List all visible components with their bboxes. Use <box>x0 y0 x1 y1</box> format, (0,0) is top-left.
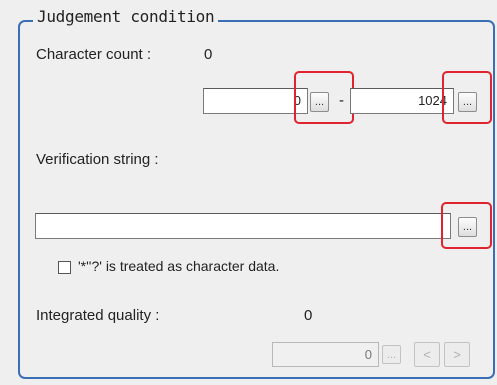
integrated-quality-field[interactable]: 0 <box>272 342 379 367</box>
prev-button[interactable]: < <box>414 342 440 367</box>
character-count-label: Character count : <box>36 46 152 63</box>
character-count-min-field[interactable]: 0 <box>203 88 308 114</box>
min-button-highlight <box>294 71 354 124</box>
range-separator: - <box>339 92 344 109</box>
wildcard-checkbox[interactable] <box>58 261 71 274</box>
verification-string-label: Verification string : <box>36 151 159 168</box>
group-title: Judgement condition <box>33 7 219 26</box>
wildcard-checkbox-label[interactable]: '*''?' is treated as character data. <box>78 258 279 274</box>
integrated-quality-label: Integrated quality : <box>36 307 160 324</box>
verification-button-highlight <box>441 202 492 249</box>
integrated-quality-button[interactable]: ... <box>382 345 401 364</box>
next-button[interactable]: > <box>444 342 470 367</box>
max-button-highlight <box>442 71 492 124</box>
judgement-condition-group <box>18 20 495 379</box>
character-count-max-field[interactable]: 1024 <box>350 88 454 114</box>
character-count-value: 0 <box>204 46 213 63</box>
verification-string-input[interactable] <box>35 213 451 239</box>
integrated-quality-value: 0 <box>304 307 313 324</box>
